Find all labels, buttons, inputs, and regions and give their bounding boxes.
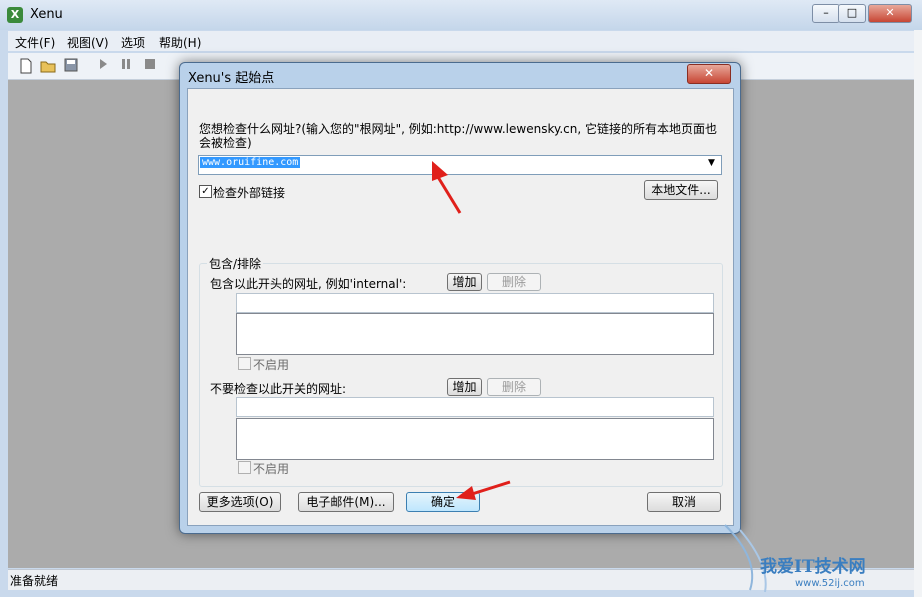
exclude-disable-label[interactable]: 不启用: [253, 460, 289, 477]
pause-icon[interactable]: [118, 58, 134, 74]
exclude-delete-button[interactable]: 删除: [487, 378, 541, 396]
exclude-input[interactable]: [236, 397, 714, 417]
include-delete-button[interactable]: 删除: [487, 273, 541, 291]
exclude-list[interactable]: [236, 418, 714, 460]
menu-view[interactable]: 视图(V): [67, 34, 109, 51]
background-window-edge: [914, 30, 922, 597]
annotation-arrow-url: [432, 161, 462, 214]
group-label: 包含/排除: [207, 255, 264, 272]
include-disable-label[interactable]: 不启用: [253, 356, 289, 373]
dialog-close-button[interactable]: ✕: [687, 64, 731, 84]
include-add-button[interactable]: 增加: [447, 273, 482, 291]
save-icon[interactable]: [63, 58, 79, 74]
watermark-text: 我爱IT技术网: [760, 557, 866, 577]
include-list[interactable]: [236, 313, 714, 355]
email-button[interactable]: 电子邮件(M)...: [298, 492, 394, 512]
stop-icon[interactable]: [142, 58, 158, 74]
menu-help[interactable]: 帮助(H): [159, 34, 201, 51]
annotation-arrow-ok: [456, 480, 511, 500]
exclude-label: 不要检查以此开关的网址:: [210, 382, 347, 396]
check-external-checkbox[interactable]: ✓: [199, 185, 212, 198]
status-text: 准备就绪: [10, 574, 59, 588]
include-disable-checkbox[interactable]: [238, 357, 251, 370]
exclude-add-button[interactable]: 增加: [447, 378, 482, 396]
play-icon[interactable]: [95, 58, 111, 74]
xenu-app-icon: X: [7, 7, 23, 23]
more-options-button[interactable]: 更多选项(O): [199, 492, 281, 512]
local-file-button[interactable]: 本地文件...: [644, 180, 718, 200]
maximize-button[interactable]: □: [838, 4, 866, 23]
title-bar: [0, 0, 922, 30]
cancel-button[interactable]: 取消: [647, 492, 721, 512]
include-input[interactable]: [236, 293, 714, 313]
include-label: 包含以此开头的网址, 例如'internal':: [210, 277, 407, 291]
watermark-url: www.52ij.com: [795, 578, 865, 589]
window-title: Xenu: [30, 7, 63, 22]
new-icon[interactable]: [18, 58, 34, 74]
dialog-title: Xenu's 起始点: [188, 71, 275, 86]
minimize-button[interactable]: –: [812, 4, 840, 23]
exclude-disable-checkbox[interactable]: [238, 461, 251, 474]
url-input-value[interactable]: www.oruifine.com: [200, 157, 301, 168]
url-prompt-text: 您想检查什么网址?(输入您的"根网址", 例如:http://www.lewen…: [199, 122, 718, 150]
menu-options[interactable]: 选项: [121, 34, 145, 51]
chevron-down-icon[interactable]: ▼: [708, 158, 715, 168]
menu-file[interactable]: 文件(F): [15, 34, 55, 51]
check-external-label[interactable]: 检查外部链接: [213, 184, 285, 201]
open-icon[interactable]: [40, 58, 56, 74]
close-button[interactable]: ✕: [868, 4, 912, 23]
